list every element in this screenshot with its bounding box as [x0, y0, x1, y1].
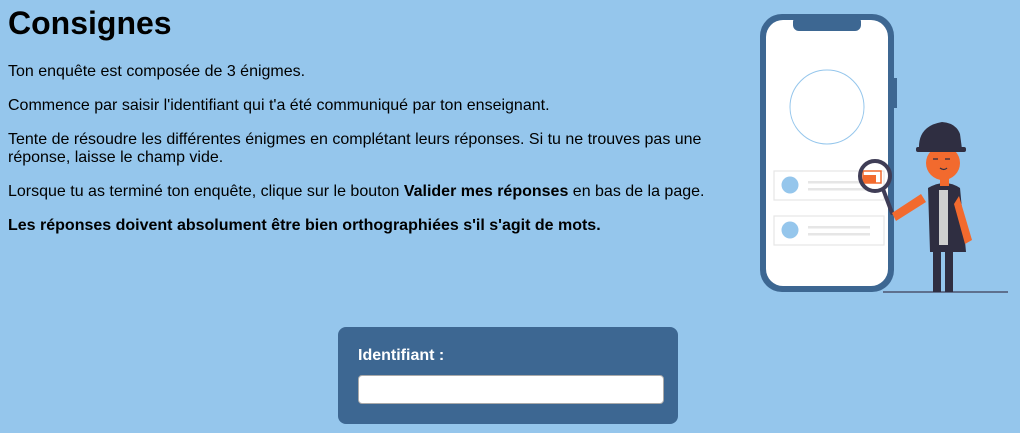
- instruction-submit-button-name: Valider mes réponses: [403, 183, 569, 200]
- instruction-submit-text-start: Lorsque tu as terminé ton enquête, cliqu…: [8, 183, 404, 200]
- identifier-label: Identifiant :: [358, 347, 445, 364]
- instruction-enigma-count: Ton enquête est composée de 3 énigmes.: [8, 63, 306, 80]
- instructions-section: Consignes Ton enquête est composée de 3 …: [8, 0, 738, 235]
- instruction-enter-identifier: Commence par saisir l'identifiant qui t'…: [8, 97, 550, 114]
- instruction-solve-enigmas: Tente de résoudre les différentes énigme…: [8, 131, 702, 166]
- instruction-submit: Lorsque tu as terminé ton enquête, cliqu…: [8, 183, 738, 201]
- identifier-input[interactable]: [358, 375, 664, 404]
- instruction-spelling-warning: Les réponses doivent absolument être bie…: [8, 217, 601, 234]
- page-title: Consignes: [8, 5, 172, 41]
- instruction-submit-text-end: en bas de la page.: [568, 183, 705, 200]
- identifier-card: Identifiant :: [338, 327, 678, 424]
- detective-phone-illustration: [760, 14, 1008, 293]
- page: Consignes Ton enquête est composée de 3 …: [0, 0, 1020, 433]
